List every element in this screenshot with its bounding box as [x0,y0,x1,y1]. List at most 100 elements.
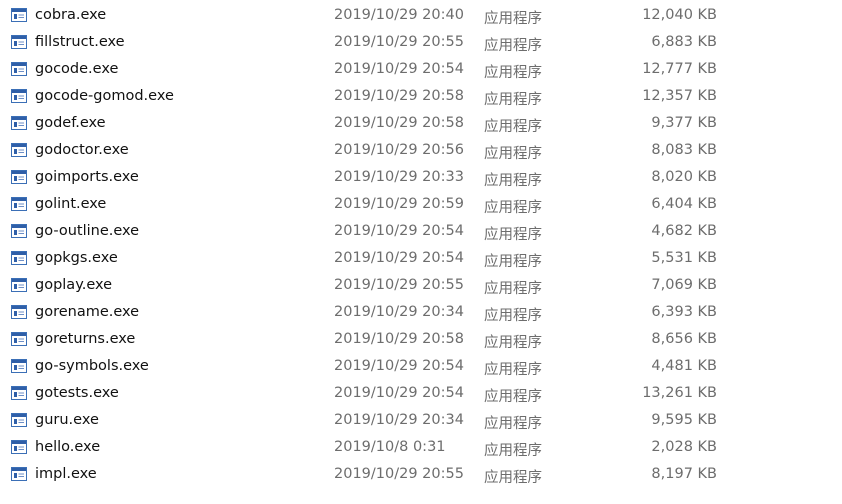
file-modified-date: 2019/10/29 20:55 [334,277,464,293]
file-modified-date: 2019/10/29 20:34 [334,412,464,428]
file-type: 应用程序 [484,11,542,27]
application-icon [11,62,27,76]
file-name: impl.exe [35,466,97,482]
file-size: 5,531 KB [651,250,717,266]
application-icon [11,413,27,427]
file-modified-date: 2019/10/29 20:55 [334,34,464,50]
application-icon [11,35,27,49]
file-modified-date: 2019/10/29 20:54 [334,385,464,401]
file-size: 2,028 KB [651,439,717,455]
file-name: guru.exe [35,412,99,428]
file-list: cobra.exe 2019/10/29 20:40 应用程序 12,040 K… [0,3,842,489]
file-name: godoctor.exe [35,142,129,158]
file-type: 应用程序 [484,362,542,378]
file-row-go-outline[interactable]: go-outline.exe 2019/10/29 20:54 应用程序 4,6… [0,219,842,246]
file-name: go-outline.exe [35,223,140,239]
file-row-godef[interactable]: godef.exe 2019/10/29 20:58 应用程序 9,377 KB [0,111,842,138]
file-modified-date: 2019/10/29 20:55 [334,466,464,482]
file-row-go-symbols[interactable]: go-symbols.exe 2019/10/29 20:54 应用程序 4,4… [0,354,842,381]
file-size: 13,261 KB [642,385,717,401]
file-size: 6,393 KB [651,304,717,320]
file-type: 应用程序 [484,92,542,108]
file-size: 8,197 KB [651,466,717,482]
file-name: golint.exe [35,196,107,212]
file-size: 6,883 KB [651,34,717,50]
file-size: 12,357 KB [642,88,717,104]
file-size: 8,020 KB [651,169,717,185]
file-row-hello[interactable]: hello.exe 2019/10/8 0:31 应用程序 2,028 KB [0,435,842,462]
file-row-impl[interactable]: impl.exe 2019/10/29 20:55 应用程序 8,197 KB [0,462,842,489]
application-icon [11,8,27,22]
file-modified-date: 2019/10/29 20:58 [334,88,464,104]
file-row-cobra[interactable]: cobra.exe 2019/10/29 20:40 应用程序 12,040 K… [0,3,842,30]
file-row-gotests[interactable]: gotests.exe 2019/10/29 20:54 应用程序 13,261… [0,381,842,408]
file-modified-date: 2019/10/29 20:54 [334,358,464,374]
file-name: gopkgs.exe [35,250,118,266]
file-modified-date: 2019/10/29 20:56 [334,142,464,158]
file-size: 9,595 KB [651,412,717,428]
file-type: 应用程序 [484,281,542,297]
file-type: 应用程序 [484,254,542,270]
file-name: goreturns.exe [35,331,136,347]
file-row-goreturns[interactable]: goreturns.exe 2019/10/29 20:58 应用程序 8,65… [0,327,842,354]
file-name: goplay.exe [35,277,113,293]
file-name: godef.exe [35,115,106,131]
file-modified-date: 2019/10/29 20:54 [334,61,464,77]
file-name: fillstruct.exe [35,34,125,50]
file-type: 应用程序 [484,389,542,405]
file-size: 9,377 KB [651,115,717,131]
application-icon [11,440,27,454]
file-row-goimports[interactable]: goimports.exe 2019/10/29 20:33 应用程序 8,02… [0,165,842,192]
file-size: 7,069 KB [651,277,717,293]
file-row-golint[interactable]: golint.exe 2019/10/29 20:59 应用程序 6,404 K… [0,192,842,219]
application-icon [11,278,27,292]
file-name: gotests.exe [35,385,119,401]
file-size: 12,777 KB [642,61,717,77]
application-icon [11,467,27,481]
file-modified-date: 2019/10/29 20:58 [334,115,464,131]
file-type: 应用程序 [484,200,542,216]
file-size: 4,481 KB [651,358,717,374]
file-modified-date: 2019/10/29 20:33 [334,169,464,185]
file-size: 8,656 KB [651,331,717,347]
file-modified-date: 2019/10/29 20:59 [334,196,464,212]
file-type: 应用程序 [484,173,542,189]
file-row-gocode-gomod[interactable]: gocode-gomod.exe 2019/10/29 20:58 应用程序 1… [0,84,842,111]
file-name: goimports.exe [35,169,139,185]
file-row-gorename[interactable]: gorename.exe 2019/10/29 20:34 应用程序 6,393… [0,300,842,327]
file-name: gocode-gomod.exe [35,88,174,104]
file-modified-date: 2019/10/29 20:58 [334,331,464,347]
file-row-gocode[interactable]: gocode.exe 2019/10/29 20:54 应用程序 12,777 … [0,57,842,84]
file-modified-date: 2019/10/29 20:54 [334,223,464,239]
file-row-guru[interactable]: guru.exe 2019/10/29 20:34 应用程序 9,595 KB [0,408,842,435]
file-modified-date: 2019/10/29 20:54 [334,250,464,266]
file-size: 6,404 KB [651,196,717,212]
file-size: 4,682 KB [651,223,717,239]
file-type: 应用程序 [484,308,542,324]
file-row-gopkgs[interactable]: gopkgs.exe 2019/10/29 20:54 应用程序 5,531 K… [0,246,842,273]
file-name: go-symbols.exe [35,358,149,374]
file-type: 应用程序 [484,416,542,432]
application-icon [11,332,27,346]
file-type: 应用程序 [484,38,542,54]
application-icon [11,143,27,157]
application-icon [11,170,27,184]
application-icon [11,386,27,400]
application-icon [11,224,27,238]
file-type: 应用程序 [484,335,542,351]
application-icon [11,116,27,130]
file-type: 应用程序 [484,65,542,81]
file-name: gocode.exe [35,61,119,77]
file-size: 12,040 KB [642,7,717,23]
file-row-goplay[interactable]: goplay.exe 2019/10/29 20:55 应用程序 7,069 K… [0,273,842,300]
file-modified-date: 2019/10/29 20:34 [334,304,464,320]
file-modified-date: 2019/10/29 20:40 [334,7,464,23]
file-type: 应用程序 [484,470,542,486]
file-name: gorename.exe [35,304,140,320]
file-row-fillstruct[interactable]: fillstruct.exe 2019/10/29 20:55 应用程序 6,8… [0,30,842,57]
file-type: 应用程序 [484,119,542,135]
file-row-godoctor[interactable]: godoctor.exe 2019/10/29 20:56 应用程序 8,083… [0,138,842,165]
application-icon [11,305,27,319]
application-icon [11,89,27,103]
file-size: 8,083 KB [651,142,717,158]
